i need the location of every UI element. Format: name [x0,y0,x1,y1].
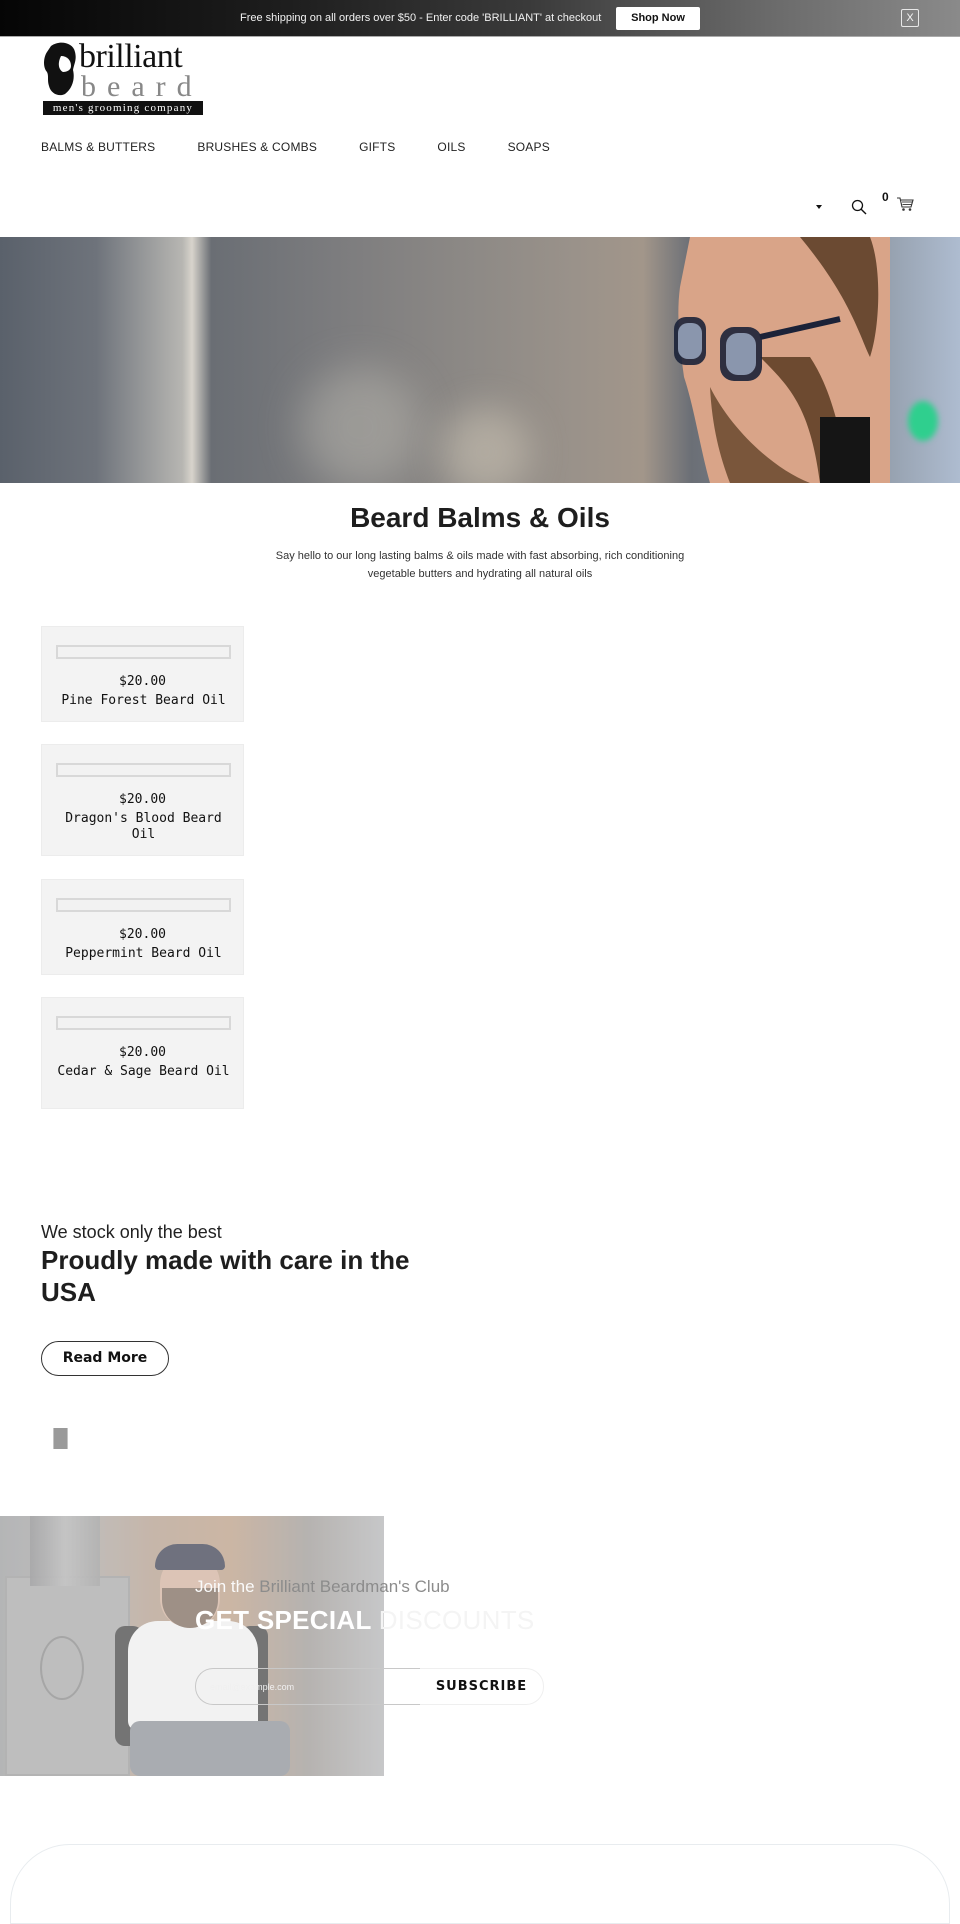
image-overlay [0,1516,384,1776]
product-name[interactable]: Peppermint Beard Oil [50,946,237,962]
announcement-bar: Free shipping on all orders over $50 - E… [0,0,960,37]
newsletter-headline: GET SPECIAL DISCOUNTS [195,1605,535,1636]
logo-tagline: men's grooming company [43,101,203,115]
footer-container [10,1844,950,1924]
nav-item-soaps[interactable]: SOAPS [508,140,550,156]
product-image-placeholder[interactable] [56,898,231,912]
product-image-placeholder[interactable] [56,1016,231,1030]
product-price: $20.00 [119,674,166,689]
search-icon[interactable] [851,199,867,215]
newsletter-join-text: Join the Brilliant Beardman's Club [195,1577,450,1597]
announcement-text: Free shipping on all orders over $50 - E… [240,12,602,24]
product-name[interactable]: Cedar & Sage Beard Oil [50,1064,237,1080]
product-price: $20.00 [119,792,166,807]
product-card[interactable]: $20.00 Dragon's Blood Beard Oil [41,744,244,856]
promo-kicker: We stock only the best [41,1222,222,1242]
hero-man-with-glasses [674,237,890,483]
nav-item-oils[interactable]: OILS [437,140,465,156]
read-more-button[interactable]: Read More [41,1341,169,1376]
slider-indicator[interactable] [53,1428,68,1449]
logo-word-beard: beard [81,70,203,103]
product-name[interactable]: Dragon's Blood Beard Oil [50,811,237,843]
promo-title: Proudly made with care in the USA [41,1245,410,1307]
site-logo[interactable]: brilliant beard men's grooming company [41,38,203,116]
join-prefix: Join the [195,1577,255,1596]
bearded-man-logo-icon [44,42,76,96]
hero-traffic-light [908,401,938,441]
product-price: $20.00 [119,1045,166,1060]
product-price: $20.00 [119,927,166,942]
hero-banner-image [0,237,960,483]
cart-count-badge: 0 [882,190,889,204]
newsletter-email-input[interactable] [195,1668,431,1705]
caret-down-icon[interactable] [816,205,822,209]
nav-item-balms-butters[interactable]: BALMS & BUTTERS [41,140,155,156]
product-card[interactable]: $20.00 Cedar & Sage Beard Oil [41,997,244,1109]
subscribe-button[interactable]: SUBSCRIBE [420,1668,544,1705]
collection-title: Beard Balms & Oils [350,502,610,533]
newsletter-background-image [0,1516,384,1776]
join-brand: Brilliant Beardman's Club [259,1577,450,1596]
hero-bokeh [300,367,420,483]
product-image-placeholder[interactable] [56,645,231,659]
cart-icon[interactable] [896,196,914,212]
product-image-placeholder[interactable] [56,763,231,777]
headline-main: GET SPECIAL [195,1605,372,1635]
main-nav: BALMS & BUTTERS BRUSHES & COMBS GIFTS OI… [41,140,592,156]
product-name[interactable]: Pine Forest Beard Oil [50,693,237,709]
close-announcement-button[interactable]: X [901,9,919,27]
product-card[interactable]: $20.00 Peppermint Beard Oil [41,879,244,975]
product-card[interactable]: $20.00 Pine Forest Beard Oil [41,626,244,722]
shop-now-button[interactable]: Shop Now [616,7,700,30]
headline-faint: DISCOUNTS [378,1605,535,1635]
hero-bokeh [440,407,530,483]
nav-item-brushes-combs[interactable]: BRUSHES & COMBS [197,140,317,156]
collection-description: Say hello to our long lasting balms & oi… [275,550,685,580]
nav-item-gifts[interactable]: GIFTS [359,140,395,156]
